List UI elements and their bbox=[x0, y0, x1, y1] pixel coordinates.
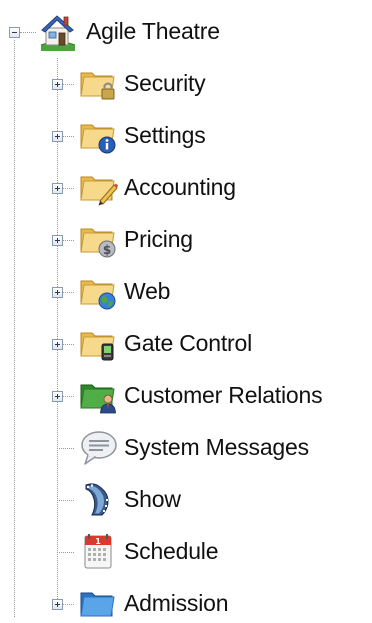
tree-branch-line bbox=[62, 344, 74, 345]
folder-globe-icon bbox=[80, 280, 116, 310]
tree-node-label: Security bbox=[124, 69, 206, 96]
tree-branch-line bbox=[62, 136, 74, 137]
tree-node-label: Show bbox=[124, 485, 181, 512]
security-expand-toggle[interactable] bbox=[52, 79, 63, 90]
tree-branch-line bbox=[62, 240, 74, 241]
folder-device-icon bbox=[80, 332, 115, 361]
tree-node-pricing[interactable]: $ Pricing bbox=[78, 219, 193, 259]
tree-branch-line bbox=[62, 396, 74, 397]
tree-node-gate-control[interactable]: Gate Control bbox=[78, 323, 252, 363]
settings-expand-toggle[interactable] bbox=[52, 131, 63, 142]
house-icon bbox=[40, 15, 76, 51]
film-strip-icon bbox=[85, 483, 109, 516]
tree-node-schedule[interactable]: 1 Schedule bbox=[78, 531, 219, 571]
accounting-expand-toggle[interactable] bbox=[52, 183, 63, 194]
tree-branch-line bbox=[57, 500, 74, 501]
tree-node-label: Schedule bbox=[124, 537, 219, 564]
calendar-icon: 1 bbox=[84, 534, 112, 569]
tree-node-agile-theatre[interactable]: Agile Theatre bbox=[38, 11, 220, 51]
tree-branch-line bbox=[62, 604, 74, 605]
tree-node-label: Settings bbox=[124, 121, 206, 148]
tree-node-admission[interactable]: Admission bbox=[78, 583, 228, 623]
speech-bubble-icon bbox=[81, 431, 117, 465]
tree-branch-line bbox=[57, 448, 74, 449]
tree-node-customer-relations[interactable]: Customer Relations bbox=[78, 375, 323, 415]
tree-node-label: Gate Control bbox=[124, 329, 252, 356]
tree-node-settings[interactable]: Settings bbox=[78, 115, 206, 155]
root-collapse-toggle[interactable] bbox=[9, 27, 20, 38]
admission-expand-toggle[interactable] bbox=[52, 599, 63, 610]
tree-node-web[interactable]: Web bbox=[78, 271, 170, 311]
navigation-tree: Agile Theatre Security Settings Accounti… bbox=[0, 0, 372, 617]
tree-guide-line-root-branch bbox=[20, 32, 36, 33]
tree-guide-line-root bbox=[14, 40, 15, 617]
tree-branch-line bbox=[62, 188, 74, 189]
svg-text:$: $ bbox=[103, 243, 111, 257]
tree-branch-line bbox=[62, 292, 74, 293]
tree-node-label: Admission bbox=[124, 589, 229, 616]
tree-node-label: Agile Theatre bbox=[86, 17, 220, 44]
folder-pencil-icon bbox=[80, 176, 118, 206]
svg-text:1: 1 bbox=[95, 537, 101, 546]
tree-node-label: Web bbox=[124, 277, 171, 304]
folder-blue-icon bbox=[80, 592, 115, 617]
tree-node-system-messages[interactable]: System Messages bbox=[78, 427, 309, 467]
folder-info-icon bbox=[80, 124, 116, 154]
tree-branch-line bbox=[62, 84, 74, 85]
tree-node-label: System Messages bbox=[124, 433, 309, 460]
tree-branch-line bbox=[57, 552, 74, 553]
pricing-expand-toggle[interactable] bbox=[52, 235, 63, 246]
tree-node-label: Customer Relations bbox=[124, 381, 323, 408]
tree-node-show[interactable]: Show bbox=[78, 479, 181, 519]
folder-lock-icon bbox=[80, 72, 115, 100]
gate-control-expand-toggle[interactable] bbox=[52, 339, 63, 350]
tree-node-label: Accounting bbox=[124, 173, 236, 200]
tree-node-accounting[interactable]: Accounting bbox=[78, 167, 236, 207]
folder-person-icon bbox=[80, 384, 116, 414]
tree-node-security[interactable]: Security bbox=[78, 63, 206, 103]
folder-dollar-icon: $ bbox=[80, 228, 116, 258]
tree-node-label: Pricing bbox=[124, 225, 193, 252]
web-expand-toggle[interactable] bbox=[52, 287, 63, 298]
customer-relations-expand-toggle[interactable] bbox=[52, 391, 63, 402]
